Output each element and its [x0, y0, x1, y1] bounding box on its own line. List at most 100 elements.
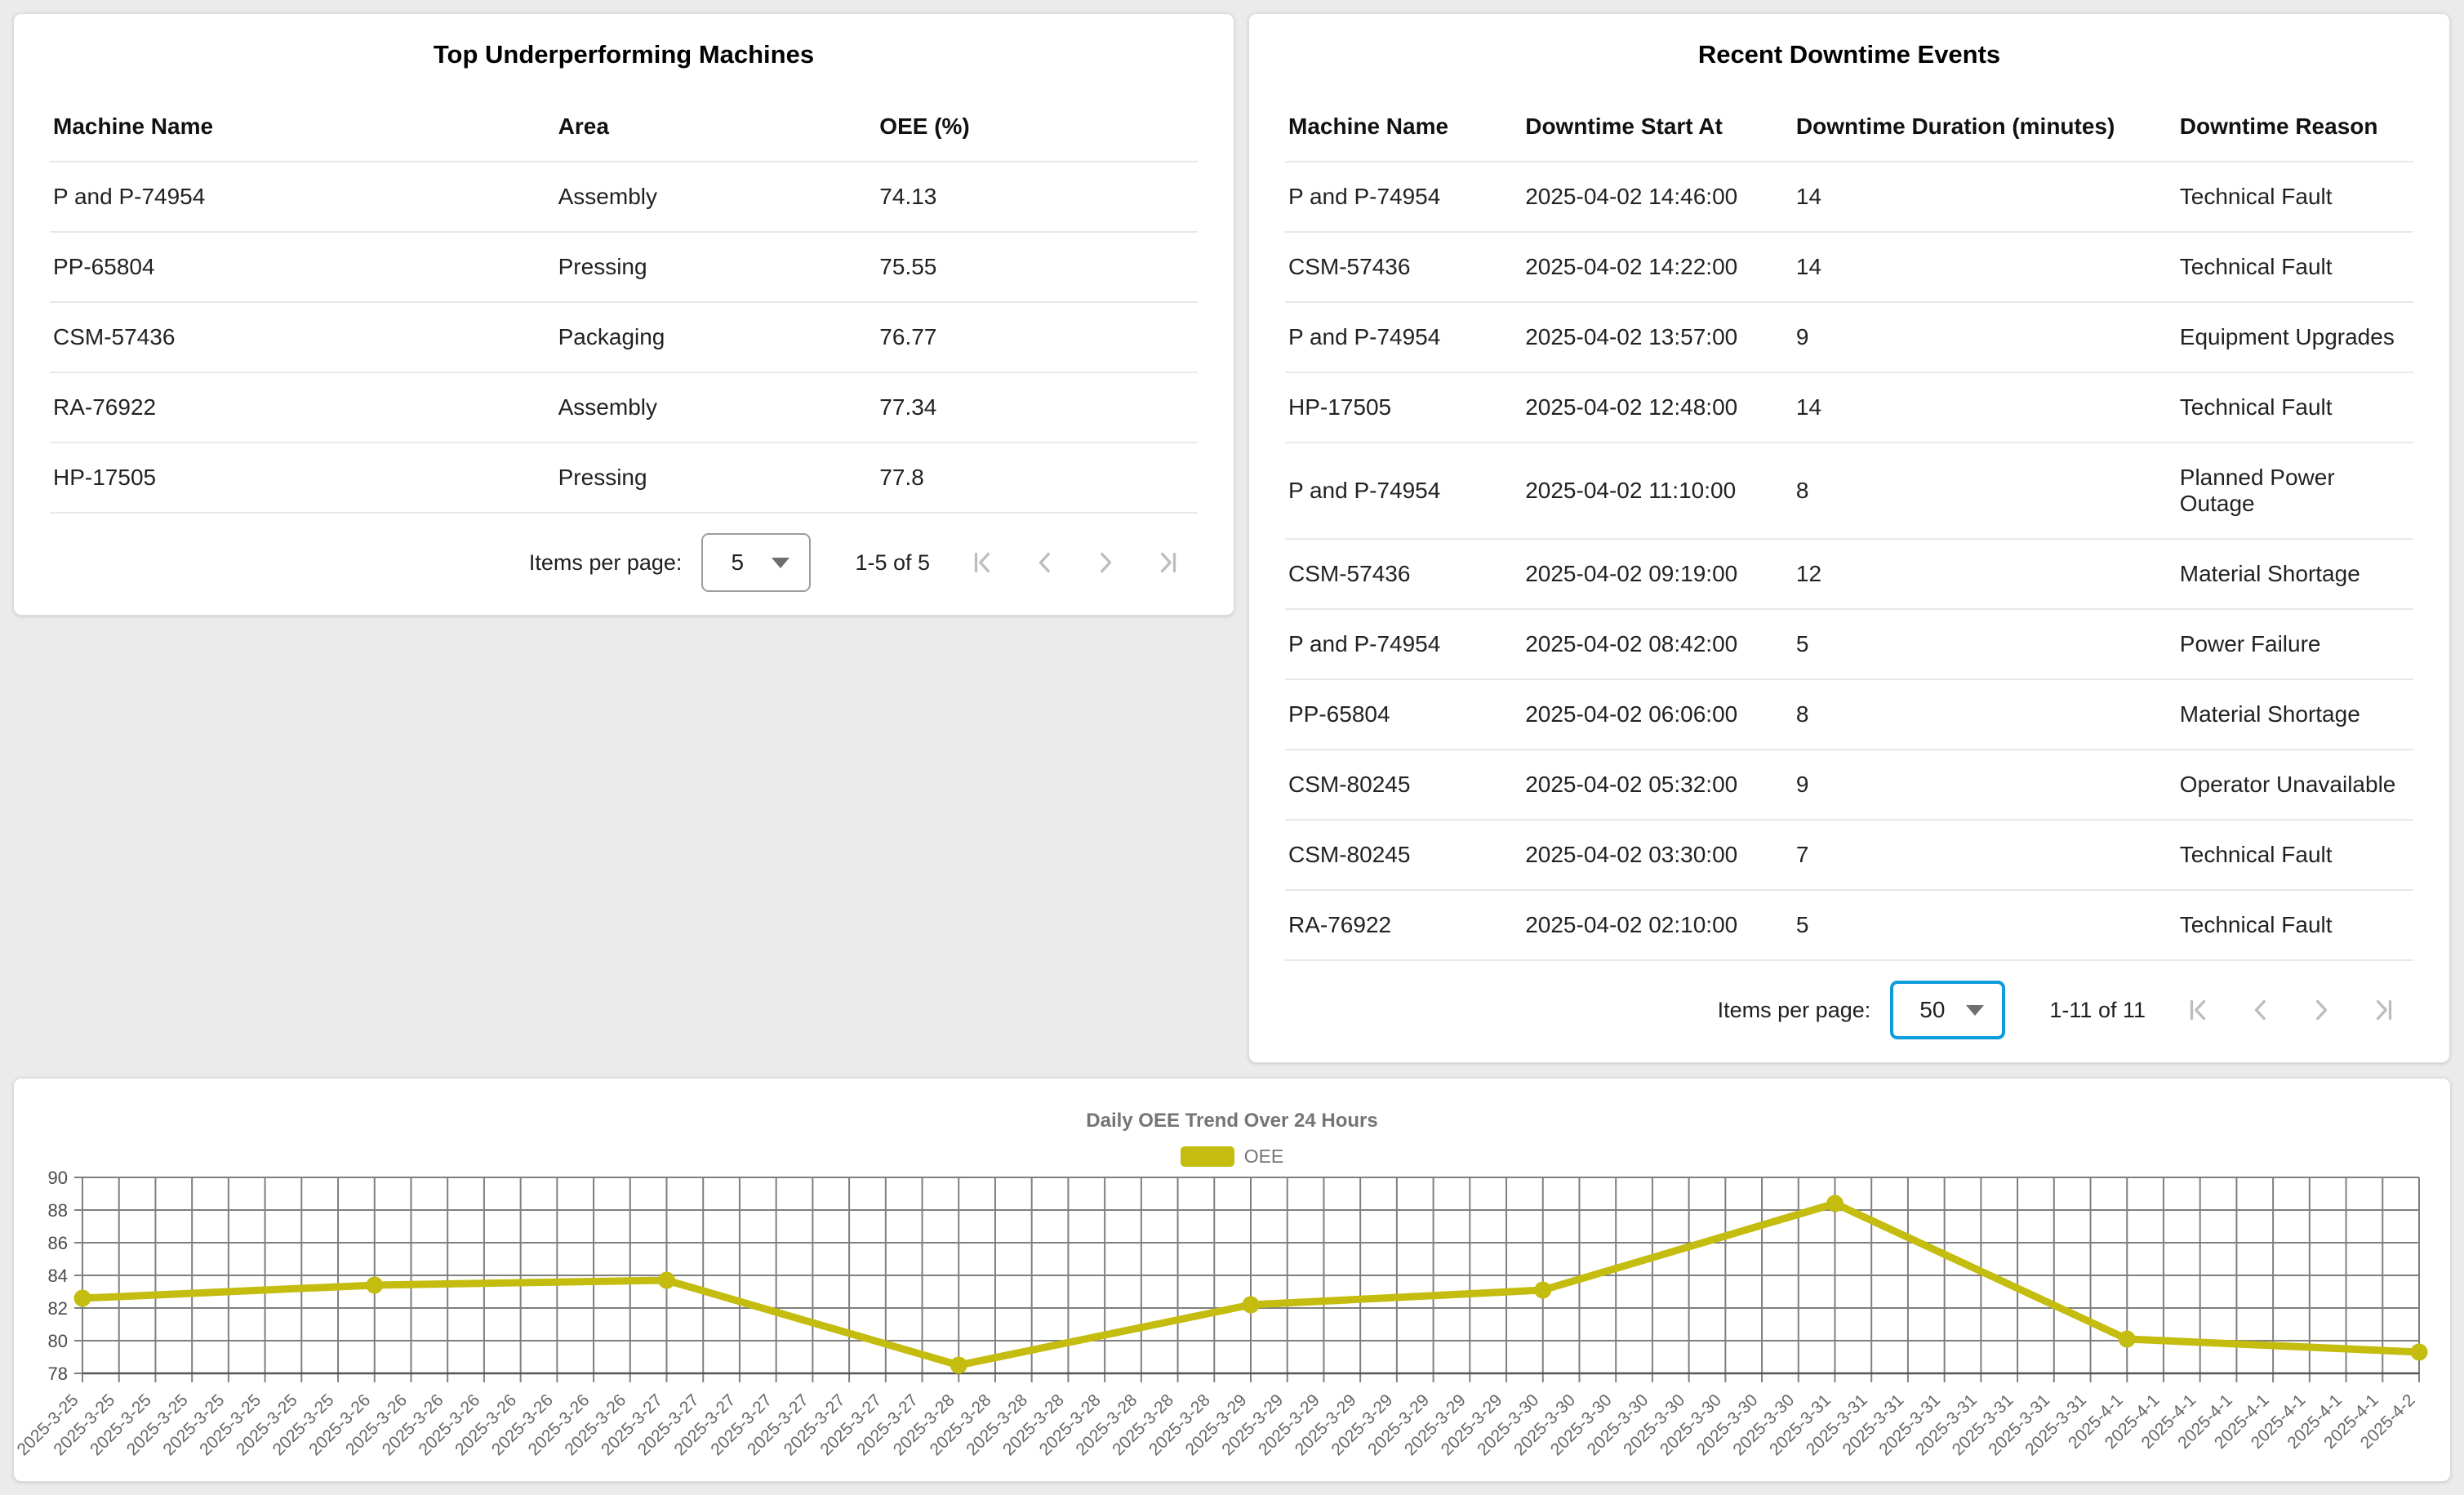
table-cell: 2025-04-02 05:32:00 — [1522, 750, 1793, 820]
next-page-icon[interactable] — [2307, 995, 2337, 1025]
page-size-value: 5 — [731, 550, 744, 576]
table-cell: Pressing — [555, 443, 877, 513]
table-cell: 2025-04-02 11:10:00 — [1522, 443, 1793, 539]
table-cell: Packaging — [555, 302, 877, 372]
page-range-label: 1-5 of 5 — [855, 550, 930, 576]
table-cell: 14 — [1793, 162, 2177, 232]
table-cell: 2025-04-02 12:48:00 — [1522, 372, 1793, 443]
chart-legend: OEE — [14, 1146, 2450, 1168]
table-cell: 8 — [1793, 443, 2177, 539]
table-row: CSM-802452025-04-02 05:32:009Operator Un… — [1285, 750, 2413, 820]
table-cell: P and P-74954 — [50, 162, 555, 232]
table-cell: CSM-80245 — [1285, 820, 1522, 890]
previous-page-icon[interactable] — [1030, 548, 1059, 577]
daily-oee-trend-card: Daily OEE Trend Over 24 Hours OEE 90 88 86… — [13, 1078, 2451, 1482]
svg-text:86: 86 — [48, 1233, 68, 1253]
table-cell: 5 — [1793, 609, 2177, 679]
left-paginator: Items per page: 5 1-5 of 5 — [14, 514, 1234, 615]
column-header: Machine Name — [50, 100, 555, 162]
table-cell: Material Shortage — [2177, 679, 2413, 750]
right-paginator: Items per page: 50 1-11 of 11 — [1249, 961, 2449, 1062]
table-cell: Assembly — [555, 372, 877, 443]
svg-text:90: 90 — [48, 1168, 68, 1188]
table-cell: 75.55 — [876, 232, 1198, 302]
column-header: Area — [555, 100, 877, 162]
table-cell: 2025-04-02 09:19:00 — [1522, 539, 1793, 609]
column-header: OEE (%) — [876, 100, 1198, 162]
page-size-select[interactable]: 50 — [1890, 981, 2005, 1039]
table-cell: 2025-04-02 14:22:00 — [1522, 232, 1793, 302]
table-row: PP-65804Pressing75.55 — [50, 232, 1198, 302]
table-cell: 8 — [1793, 679, 2177, 750]
table-header: Machine NameDowntime Start AtDowntime Du… — [1285, 100, 2413, 162]
table-cell: Operator Unavailable — [2177, 750, 2413, 820]
table-cell: 2025-04-02 13:57:00 — [1522, 302, 1793, 372]
last-page-icon[interactable] — [2369, 995, 2399, 1025]
table-cell: 2025-04-02 14:46:00 — [1522, 162, 1793, 232]
table-row: PP-658042025-04-02 06:06:008Material Sho… — [1285, 679, 2413, 750]
table-cell: RA-76922 — [50, 372, 555, 443]
top-row: Top Underperforming Machines Machine Nam… — [13, 13, 2451, 1063]
table-cell: P and P-74954 — [1285, 302, 1522, 372]
table-cell: Pressing — [555, 232, 877, 302]
page-size-select[interactable]: 5 — [701, 533, 811, 592]
table-cell: 12 — [1793, 539, 2177, 609]
column-header: Downtime Duration (minutes) — [1793, 100, 2177, 162]
column-header: Downtime Start At — [1522, 100, 1793, 162]
table-cell: 77.34 — [876, 372, 1198, 443]
table-cell: Assembly — [555, 162, 877, 232]
table-row: P and P-749542025-04-02 08:42:005Power F… — [1285, 609, 2413, 679]
column-header: Machine Name — [1285, 100, 1522, 162]
page-range-label: 1-11 of 11 — [2049, 998, 2146, 1023]
table-row: RA-769222025-04-02 02:10:005Technical Fa… — [1285, 890, 2413, 960]
svg-text:88: 88 — [48, 1200, 68, 1221]
first-page-icon[interactable] — [967, 548, 997, 577]
table-row: P and P-749542025-04-02 11:10:008Planned… — [1285, 443, 2413, 539]
legend-label: OEE — [1244, 1146, 1284, 1168]
table-row: CSM-574362025-04-02 09:19:0012Material S… — [1285, 539, 2413, 609]
table-cell: PP-65804 — [1285, 679, 1522, 750]
table-cell: Equipment Upgrades — [2177, 302, 2413, 372]
table-row: RA-76922Assembly77.34 — [50, 372, 1198, 443]
table-cell: 2025-04-02 03:30:00 — [1522, 820, 1793, 890]
downtime-events-table: Machine NameDowntime Start AtDowntime Du… — [1285, 100, 2413, 961]
column-header: Downtime Reason — [2177, 100, 2413, 162]
previous-page-icon[interactable] — [2245, 995, 2275, 1025]
table-cell: P and P-74954 — [1285, 443, 1522, 539]
card-title-top-underperforming: Top Underperforming Machines — [14, 40, 1234, 69]
items-per-page-label: Items per page: — [529, 550, 683, 576]
oee-dashboard: Top Underperforming Machines Machine Nam… — [0, 0, 2464, 1495]
table-cell: CSM-57436 — [1285, 232, 1522, 302]
pagination-nav — [2183, 995, 2399, 1025]
table-row: HP-175052025-04-02 12:48:0014Technical F… — [1285, 372, 2413, 443]
table-cell: CSM-57436 — [1285, 539, 1522, 609]
svg-text:82: 82 — [48, 1298, 68, 1319]
table-cell: P and P-74954 — [1285, 162, 1522, 232]
table-row: P and P-749542025-04-02 14:46:0014Techni… — [1285, 162, 2413, 232]
chevron-down-icon — [1966, 1005, 1984, 1016]
table-row: P and P-74954Assembly74.13 — [50, 162, 1198, 232]
table-cell: Power Failure — [2177, 609, 2413, 679]
table-cell: Planned Power Outage — [2177, 443, 2413, 539]
table-cell: HP-17505 — [1285, 372, 1522, 443]
table-cell: CSM-57436 — [50, 302, 555, 372]
chart-title: Daily OEE Trend Over 24 Hours — [14, 1079, 2450, 1132]
card-title-recent-downtime: Recent Downtime Events — [1249, 40, 2449, 69]
next-page-icon[interactable] — [1092, 548, 1121, 577]
chevron-down-icon — [772, 558, 789, 568]
table-cell: 14 — [1793, 372, 2177, 443]
legend-swatch-oee — [1181, 1146, 1234, 1167]
table-cell: 7 — [1793, 820, 2177, 890]
svg-text:84: 84 — [48, 1266, 68, 1286]
table-cell: 2025-04-02 06:06:00 — [1522, 679, 1793, 750]
pagination-nav — [967, 548, 1183, 577]
table-row: CSM-57436Packaging76.77 — [50, 302, 1198, 372]
table-cell: P and P-74954 — [1285, 609, 1522, 679]
table-cell: Technical Fault — [2177, 232, 2413, 302]
table-cell: Technical Fault — [2177, 372, 2413, 443]
first-page-icon[interactable] — [2183, 995, 2213, 1025]
table-cell: Technical Fault — [2177, 820, 2413, 890]
table-row: CSM-802452025-04-02 03:30:007Technical F… — [1285, 820, 2413, 890]
last-page-icon[interactable] — [1154, 548, 1183, 577]
table-row: CSM-574362025-04-02 14:22:0014Technical … — [1285, 232, 2413, 302]
